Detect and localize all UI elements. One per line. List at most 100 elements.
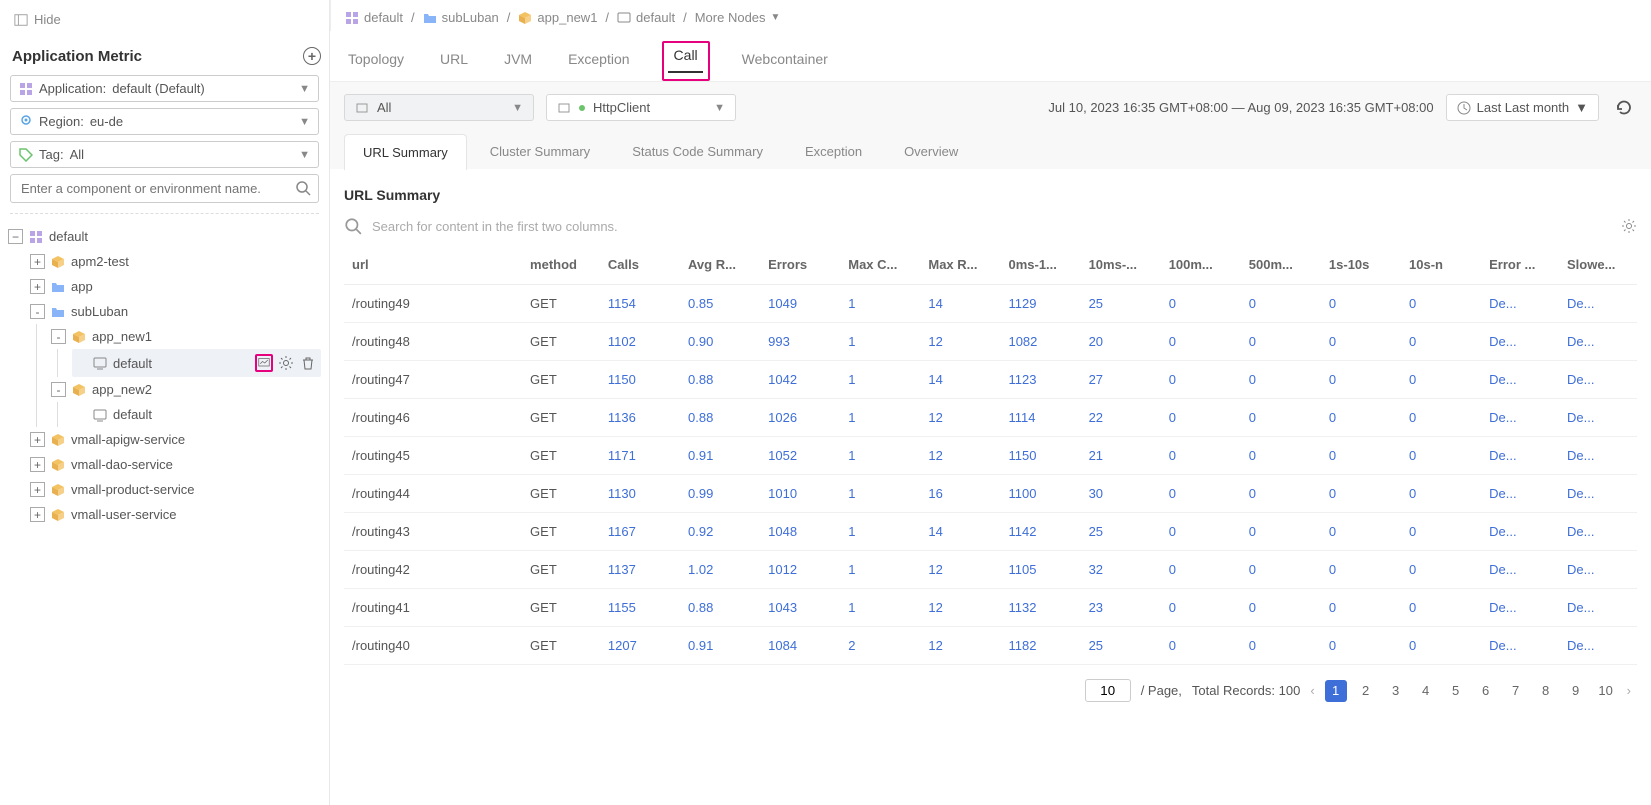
dashboard-icon-button[interactable] (255, 354, 273, 372)
filter-type-select[interactable]: All ▼ (344, 94, 534, 121)
table-cell-avg[interactable]: 0.92 (680, 513, 760, 551)
table-cell-b10[interactable]: 21 (1081, 437, 1161, 475)
table-cell-slow[interactable]: De... (1559, 437, 1637, 475)
tree-toggle[interactable]: + (30, 254, 45, 269)
subtab-url-summary[interactable]: URL Summary (344, 134, 467, 170)
breadcrumb-more-nodes[interactable]: More Nodes ▼ (695, 10, 781, 25)
table-cell-errors[interactable]: 1049 (760, 285, 840, 323)
table-cell-maxr[interactable]: 14 (920, 513, 1000, 551)
table-cell-maxc[interactable]: 1 (840, 285, 920, 323)
table-cell-b0[interactable]: 1114 (1000, 399, 1080, 437)
subtab-status-code[interactable]: Status Code Summary (613, 133, 782, 169)
table-cell-avg[interactable]: 0.88 (680, 589, 760, 627)
table-cell-b10[interactable]: 25 (1081, 285, 1161, 323)
filter-client-select[interactable]: HttpClient ▼ (546, 94, 736, 121)
table-cell-b10[interactable]: 22 (1081, 399, 1161, 437)
table-cell-err[interactable]: De... (1481, 513, 1559, 551)
search-icon[interactable] (295, 180, 311, 196)
table-cell-slow[interactable]: De... (1559, 627, 1637, 665)
table-search-input[interactable] (372, 219, 1611, 234)
table-cell-b10[interactable]: 27 (1081, 361, 1161, 399)
table-cell-s10[interactable]: 0 (1401, 475, 1481, 513)
table-cell-err[interactable]: De... (1481, 627, 1559, 665)
table-cell-calls[interactable]: 1167 (600, 513, 680, 551)
table-cell-maxr[interactable]: 16 (920, 475, 1000, 513)
table-header[interactable]: 10ms-... (1081, 245, 1161, 285)
breadcrumb-item[interactable]: default (345, 10, 403, 25)
component-search-input[interactable] (10, 174, 319, 203)
tree-toggle[interactable]: - (51, 329, 66, 344)
table-cell-errors[interactable]: 993 (760, 323, 840, 361)
tree-item-vmall-product[interactable]: + vmall-product-service (30, 477, 321, 502)
application-select[interactable]: Application: default (Default) ▼ (10, 75, 319, 102)
table-cell-b0[interactable]: 1123 (1000, 361, 1080, 399)
table-header[interactable]: 1s-10s (1321, 245, 1401, 285)
page-button[interactable]: 7 (1505, 680, 1527, 702)
table-cell-b100[interactable]: 0 (1161, 475, 1241, 513)
table-cell-avg[interactable]: 0.99 (680, 475, 760, 513)
table-cell-avg[interactable]: 0.91 (680, 627, 760, 665)
table-header[interactable]: 500m... (1241, 245, 1321, 285)
table-cell-calls[interactable]: 1130 (600, 475, 680, 513)
table-cell-b500[interactable]: 0 (1241, 285, 1321, 323)
table-cell-b100[interactable]: 0 (1161, 513, 1241, 551)
table-cell-b10[interactable]: 30 (1081, 475, 1161, 513)
table-cell-b10[interactable]: 25 (1081, 627, 1161, 665)
table-cell-b100[interactable]: 0 (1161, 437, 1241, 475)
table-cell-s10[interactable]: 0 (1401, 437, 1481, 475)
table-cell-errors[interactable]: 1048 (760, 513, 840, 551)
table-cell-maxr[interactable]: 12 (920, 627, 1000, 665)
table-cell-b500[interactable]: 0 (1241, 513, 1321, 551)
tree-item-subluban[interactable]: - subLuban (30, 299, 321, 324)
table-cell-b500[interactable]: 0 (1241, 475, 1321, 513)
tab-jvm[interactable]: JVM (500, 45, 536, 81)
table-cell-errors[interactable]: 1084 (760, 627, 840, 665)
table-cell-b500[interactable]: 0 (1241, 551, 1321, 589)
table-cell-b100[interactable]: 0 (1161, 627, 1241, 665)
table-cell-b100[interactable]: 0 (1161, 399, 1241, 437)
table-cell-err[interactable]: De... (1481, 285, 1559, 323)
settings-icon-button[interactable] (277, 354, 295, 372)
table-cell-err[interactable]: De... (1481, 551, 1559, 589)
table-cell-b100[interactable]: 0 (1161, 323, 1241, 361)
table-header[interactable]: Calls (600, 245, 680, 285)
table-cell-s1[interactable]: 0 (1321, 475, 1401, 513)
table-cell-maxr[interactable]: 12 (920, 551, 1000, 589)
tree-item-appnew2[interactable]: - app_new2 (51, 377, 321, 402)
table-cell-errors[interactable]: 1042 (760, 361, 840, 399)
table-cell-maxc[interactable]: 1 (840, 589, 920, 627)
table-cell-b100[interactable]: 0 (1161, 285, 1241, 323)
page-button[interactable]: 9 (1565, 680, 1587, 702)
table-cell-b0[interactable]: 1100 (1000, 475, 1080, 513)
tab-url[interactable]: URL (436, 45, 472, 81)
table-cell-maxr[interactable]: 12 (920, 323, 1000, 361)
table-cell-avg[interactable]: 0.85 (680, 285, 760, 323)
table-cell-b0[interactable]: 1082 (1000, 323, 1080, 361)
table-header[interactable]: Max R... (920, 245, 1000, 285)
table-cell-maxc[interactable]: 1 (840, 437, 920, 475)
hide-sidebar-button[interactable]: Hide (8, 10, 321, 29)
page-button[interactable]: 8 (1535, 680, 1557, 702)
table-cell-slow[interactable]: De... (1559, 285, 1637, 323)
tab-webcontainer[interactable]: Webcontainer (738, 45, 832, 81)
table-header[interactable]: 100m... (1161, 245, 1241, 285)
tree-item-apm2[interactable]: + apm2-test (30, 249, 321, 274)
table-cell-s1[interactable]: 0 (1321, 551, 1401, 589)
tree-item-appnew1[interactable]: - app_new1 (51, 324, 321, 349)
table-header[interactable]: Avg R... (680, 245, 760, 285)
tree-item-app[interactable]: + app (30, 274, 321, 299)
table-cell-slow[interactable]: De... (1559, 513, 1637, 551)
table-cell-s10[interactable]: 0 (1401, 513, 1481, 551)
tree-toggle[interactable]: − (8, 229, 23, 244)
breadcrumb-item[interactable]: subLuban (423, 10, 499, 25)
table-cell-errors[interactable]: 1010 (760, 475, 840, 513)
table-header[interactable]: Slowe... (1559, 245, 1637, 285)
table-cell-s10[interactable]: 0 (1401, 399, 1481, 437)
table-cell-s1[interactable]: 0 (1321, 323, 1401, 361)
table-cell-b500[interactable]: 0 (1241, 399, 1321, 437)
table-cell-errors[interactable]: 1012 (760, 551, 840, 589)
table-cell-s1[interactable]: 0 (1321, 589, 1401, 627)
page-button[interactable]: 5 (1445, 680, 1467, 702)
tree-item-vmall-user[interactable]: + vmall-user-service (30, 502, 321, 527)
table-header[interactable]: 0ms-1... (1000, 245, 1080, 285)
